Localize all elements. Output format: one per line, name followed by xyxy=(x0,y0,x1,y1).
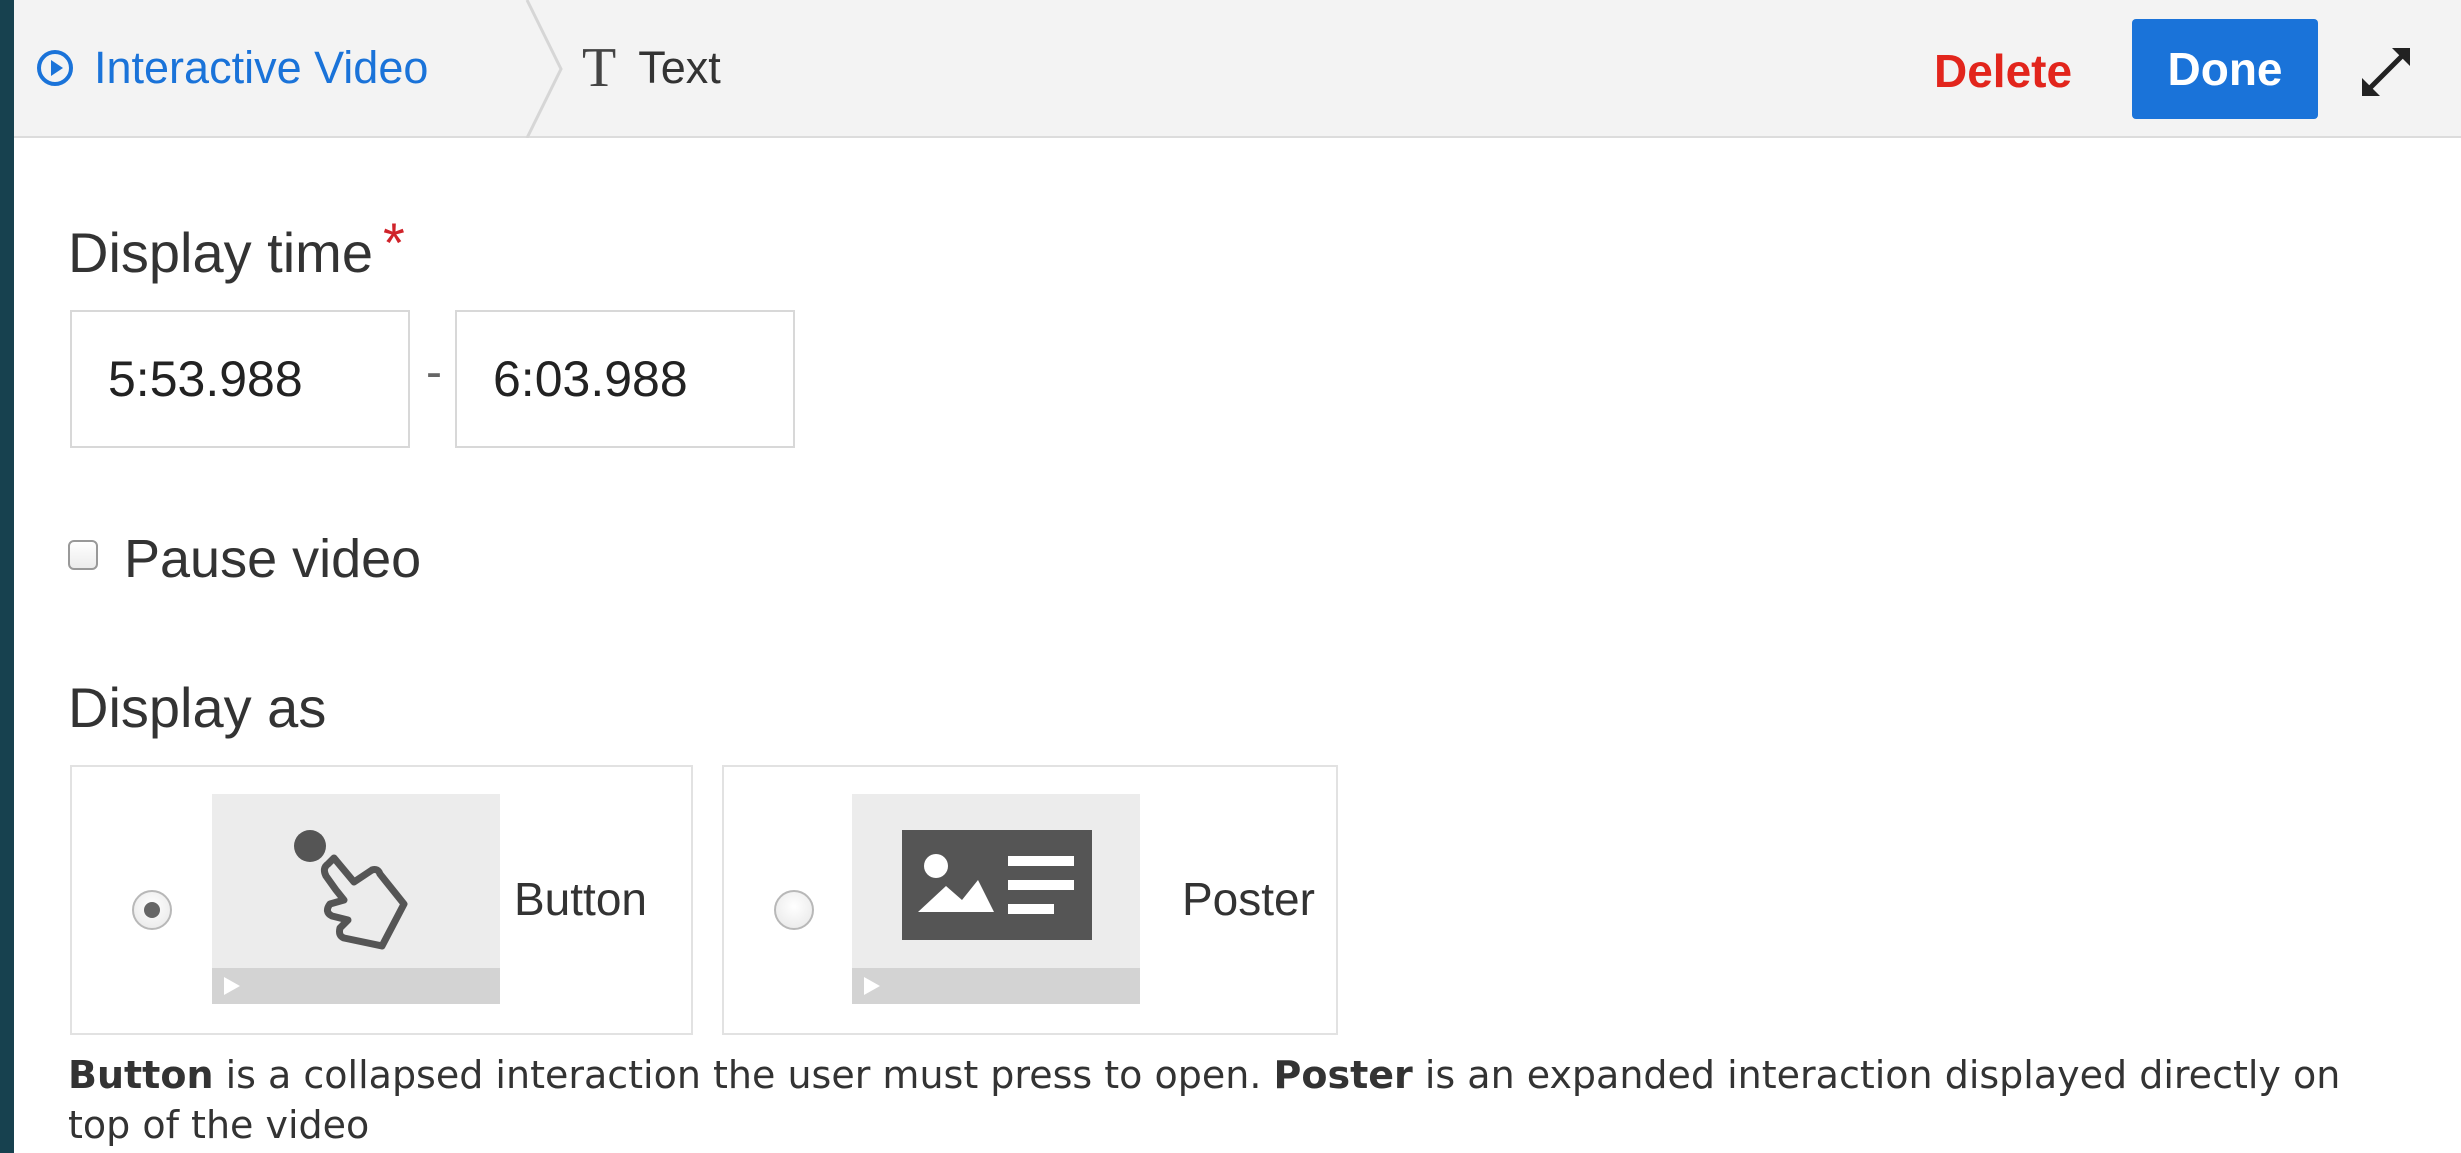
breadcrumb-text: T Text xyxy=(582,37,721,99)
display-as-label: Display as xyxy=(68,676,327,739)
display-time-text: Display time xyxy=(68,221,373,284)
option-poster-label: Poster xyxy=(1182,873,1315,925)
button-thumbnail xyxy=(212,794,500,1004)
text-type-icon: T xyxy=(582,37,617,99)
play-icon xyxy=(224,977,240,995)
button-radio[interactable] xyxy=(132,890,172,930)
option-poster-card[interactable]: Poster xyxy=(722,765,1338,1035)
expand-fullscreen-icon[interactable] xyxy=(2354,40,2418,104)
display-time-label: Display time * xyxy=(68,211,405,285)
start-time-input[interactable] xyxy=(70,310,410,448)
option-button-label: Button xyxy=(514,873,647,925)
play-circle-icon xyxy=(37,50,73,86)
breadcrumb-interactive-video[interactable]: Interactive Video xyxy=(36,38,428,98)
breadcrumb-root-label: Interactive Video xyxy=(94,42,429,93)
breadcrumb-current-label: Text xyxy=(638,42,721,93)
help-term-poster: Poster xyxy=(1273,1053,1413,1097)
breadcrumb-separator-icon xyxy=(525,0,563,138)
option-button-card[interactable]: Button xyxy=(70,765,693,1035)
pause-video-checkbox[interactable] xyxy=(68,540,98,570)
video-bar xyxy=(852,968,1140,1004)
video-bar xyxy=(212,968,500,1004)
help-text-1: is a collapsed interaction the user must… xyxy=(213,1053,1274,1097)
pause-video-label[interactable]: Pause video xyxy=(124,528,421,590)
poster-thumbnail xyxy=(852,794,1140,1004)
header-bar: Interactive Video T Text Delete Done xyxy=(14,0,2461,138)
display-as-help-text: Button is a collapsed interaction the us… xyxy=(68,1050,2368,1150)
pointer-hand-icon xyxy=(294,830,408,950)
required-asterisk: * xyxy=(382,211,405,274)
editor-panel: Interactive Video T Text Delete Done Dis… xyxy=(14,0,2461,1153)
end-time-input[interactable] xyxy=(455,310,795,448)
play-icon xyxy=(864,977,880,995)
radio-selected-dot xyxy=(144,902,160,918)
time-separator: - xyxy=(426,346,442,399)
done-button[interactable]: Done xyxy=(2132,19,2318,119)
poster-radio[interactable] xyxy=(774,890,814,930)
delete-button[interactable]: Delete xyxy=(1934,40,2072,102)
poster-image-text-icon xyxy=(902,830,1092,940)
help-term-button: Button xyxy=(68,1053,214,1097)
